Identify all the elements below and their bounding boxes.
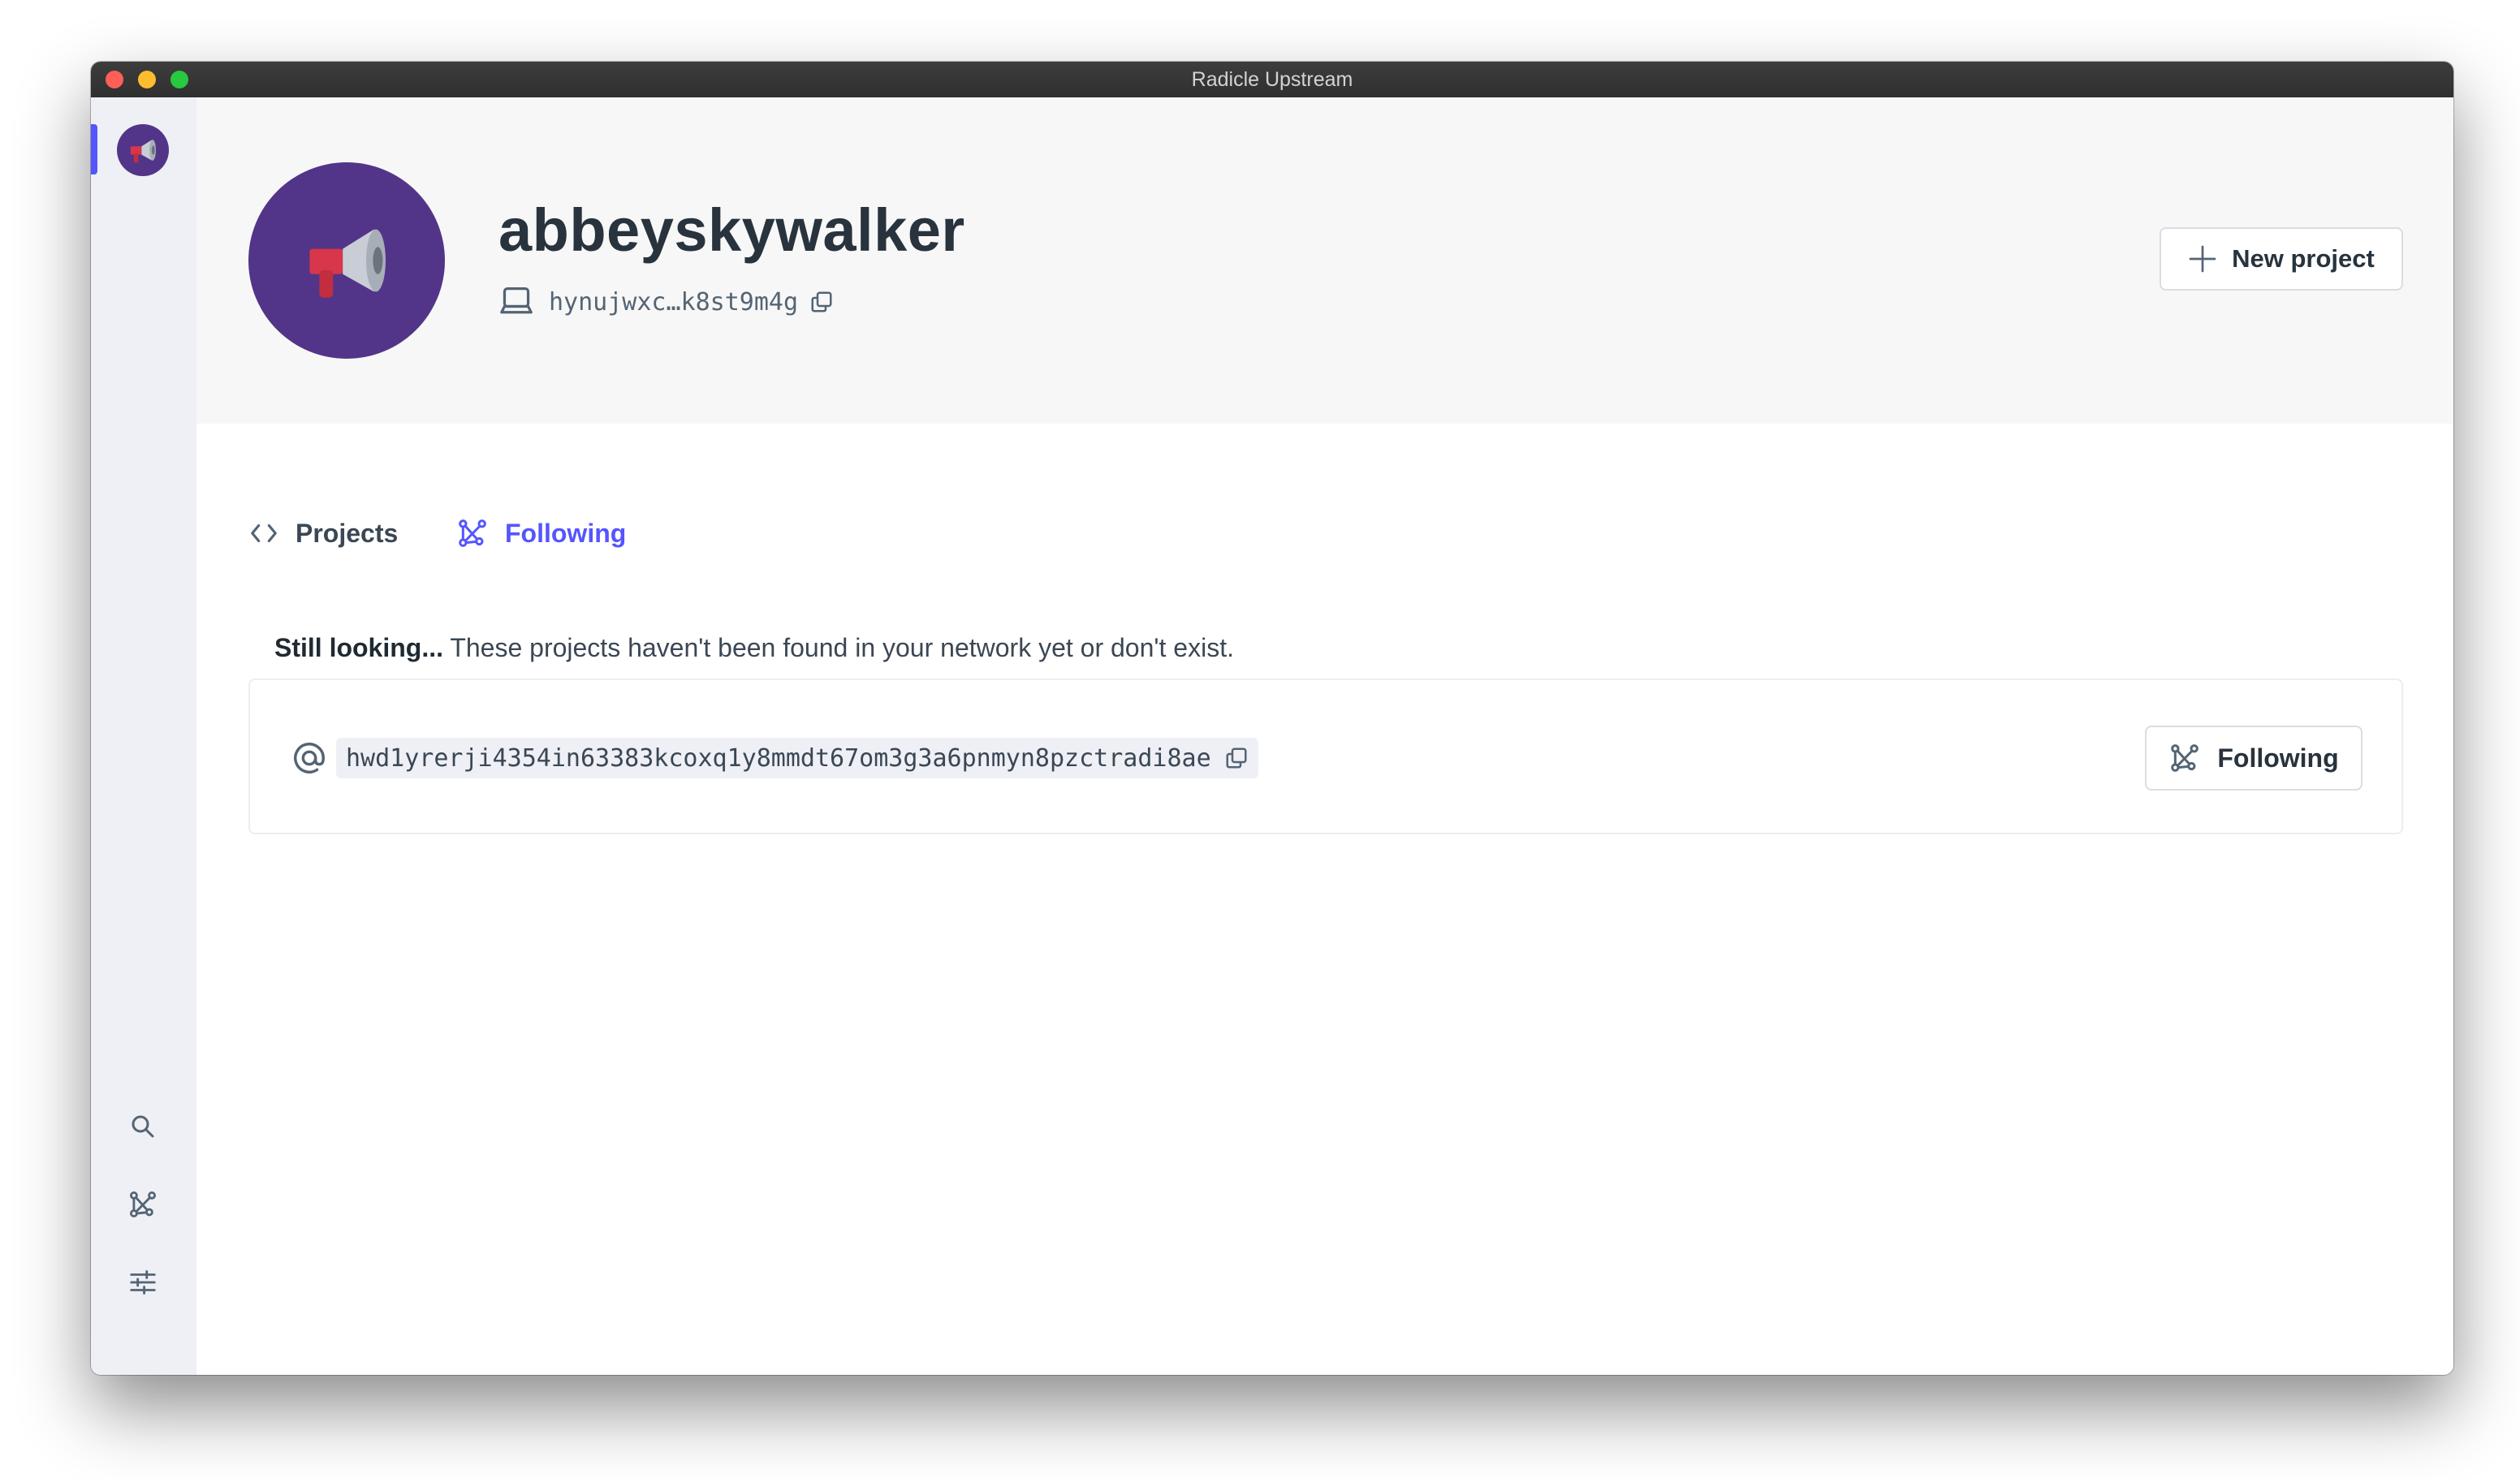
sidebar-profile-avatar[interactable]: [117, 124, 169, 176]
title-bar: Radicle Upstream: [91, 62, 2453, 98]
megaphone-icon: [309, 229, 386, 298]
at-icon: [294, 743, 325, 773]
sidebar-search-button[interactable]: [123, 1107, 162, 1146]
project-urn-row: hwd1yrerji4354in63383kcoxq1y8mmdt67om3g3…: [291, 737, 1258, 779]
search-icon: [132, 1115, 154, 1138]
settings-icon: [130, 1270, 156, 1295]
code-icon: [251, 523, 277, 543]
project-urn-chip: hwd1yrerji4354in63383kcoxq1y8mmdt67om3g3…: [336, 738, 1258, 778]
still-looking-title: Still looking...: [274, 633, 443, 662]
network-icon: [130, 1191, 156, 1217]
profile-name: abbeyskywalker: [498, 196, 965, 264]
sidebar-network-button[interactable]: [123, 1185, 162, 1224]
following-button[interactable]: Following: [2145, 726, 2362, 791]
still-looking-text: These projects haven't been found in you…: [443, 633, 1234, 662]
tab-projects-label: Projects: [296, 518, 399, 548]
network-icon: [2171, 744, 2199, 772]
copy-icon[interactable]: [1224, 746, 1249, 770]
new-project-button[interactable]: New project: [2160, 227, 2403, 291]
window-title: Radicle Upstream: [1191, 68, 1353, 91]
tab-following[interactable]: Following: [456, 511, 626, 555]
plus-icon: [2189, 245, 2216, 273]
peer-id: hynujwxc…k8st9m4g: [549, 287, 799, 317]
sidebar-settings-button[interactable]: [123, 1263, 162, 1302]
still-looking-notice: Still looking... These projects haven't …: [274, 627, 1234, 669]
device-icon: [500, 287, 533, 314]
app-window: Radicle Upstream abbeyskywalker hynujwxc…: [91, 62, 2453, 1375]
project-list-item: hwd1yrerji4354in63383kcoxq1y8mmdt67om3g3…: [248, 679, 2403, 834]
profile-avatar: [248, 162, 445, 359]
copy-icon[interactable]: [809, 290, 834, 314]
project-urn: hwd1yrerji4354in63383kcoxq1y8mmdt67om3g3…: [346, 743, 1211, 773]
peer-id-row: hynujwxc…k8st9m4g: [498, 282, 834, 321]
sidebar-active-indicator: [91, 124, 97, 174]
profile-header: abbeyskywalker hynujwxc…k8st9m4g New pro…: [196, 97, 2453, 424]
following-button-label: Following: [2217, 743, 2339, 773]
megaphone-icon: [130, 140, 156, 163]
new-project-label: New project: [2232, 244, 2375, 273]
tab-projects[interactable]: Projects: [248, 511, 398, 555]
main-content: abbeyskywalker hynujwxc…k8st9m4g New pro…: [196, 97, 2453, 1375]
network-icon: [459, 519, 486, 547]
tab-following-label: Following: [505, 518, 627, 548]
sidebar: [91, 97, 196, 1375]
